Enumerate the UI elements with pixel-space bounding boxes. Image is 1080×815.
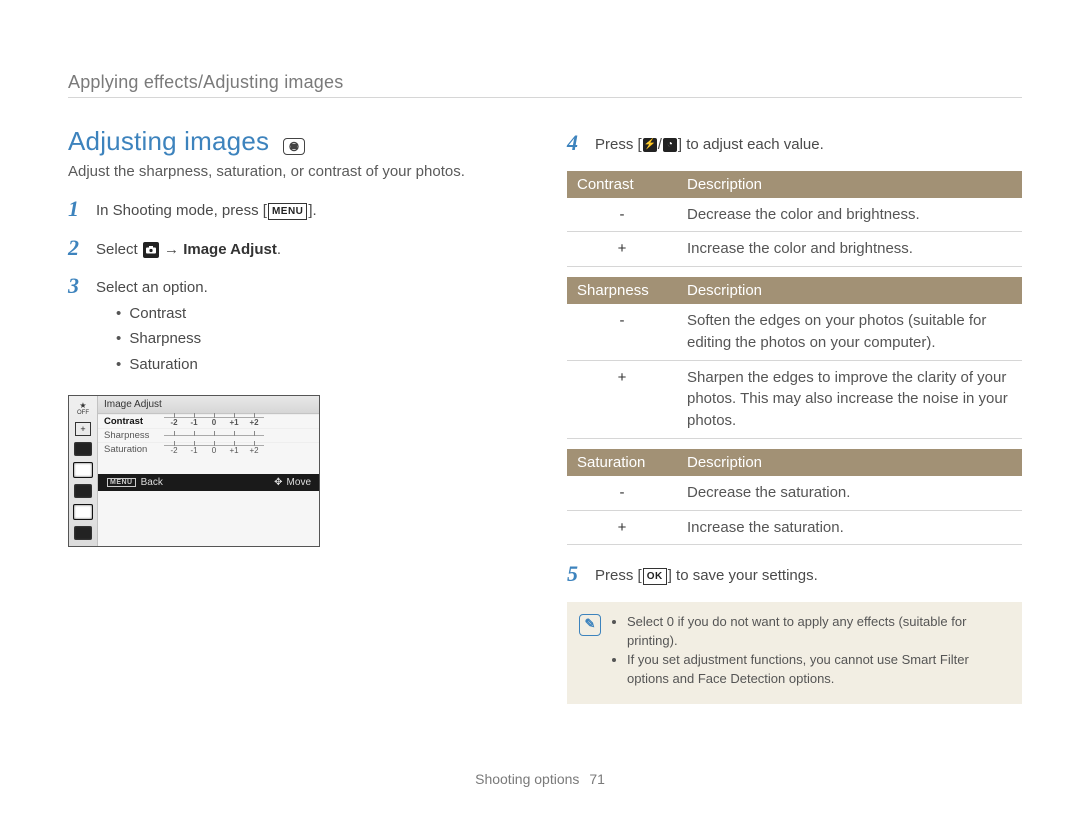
table-row: +Sharpen the edges to improve the clarit…: [567, 360, 1022, 438]
step-3-text: Select an option.: [96, 279, 208, 296]
step-1-text-post: ].: [308, 202, 316, 219]
step-2-bold: Image Adjust: [183, 241, 277, 258]
th-saturation: Saturation: [567, 449, 677, 476]
lcd-sidebar-icon: [74, 442, 92, 456]
step-3-bullets: Contrast Sharpness Saturation: [116, 303, 523, 377]
sym-cell: +: [567, 510, 677, 545]
step-3: 3 Select an option. Contrast Sharpness S…: [68, 275, 523, 379]
desc-cell: Increase the saturation.: [677, 510, 1022, 545]
camera-icon: [143, 242, 159, 258]
step-4-slash: /: [658, 136, 662, 153]
desc-cell: Increase the color and brightness.: [677, 232, 1022, 267]
table-row: -Decrease the saturation.: [567, 476, 1022, 510]
lcd-row-saturation: Saturation -2 -1 0 +1 +2: [98, 442, 319, 456]
left-column: Adjusting images Adjust the sharpness, s…: [68, 126, 523, 704]
step-2: 2 Select → Image Adjust.: [68, 237, 523, 262]
lcd-row-contrast: Contrast -2 -1 0 +1 +2: [98, 414, 319, 428]
lcd-scale: [164, 435, 264, 436]
lcd-sidebar: ★OFF +: [69, 396, 98, 546]
step-5: 5 Press [OK] to save your settings.: [567, 563, 1022, 588]
step-2-arrow: →: [160, 241, 183, 258]
note-icon: ✎: [579, 614, 601, 636]
lcd-sidebar-icon: [73, 462, 93, 478]
desc-cell: Soften the edges on your photos (suitabl…: [677, 304, 1022, 360]
th-description: Description: [677, 277, 1022, 304]
step-4: 4 Press [⚡/◔] to adjust each value.: [567, 132, 1022, 157]
step-4-text-pre: Press [: [595, 136, 642, 153]
lcd-sidebar-icon: [74, 526, 92, 540]
desc-cell: Decrease the saturation.: [677, 476, 1022, 510]
table-row: +Increase the saturation.: [567, 510, 1022, 545]
saturation-table: SaturationDescription -Decrease the satu…: [567, 449, 1022, 546]
mode-p-icon: [283, 138, 305, 155]
contrast-table: ContrastDescription -Decrease the color …: [567, 171, 1022, 268]
sharpness-table: SharpnessDescription -Soften the edges o…: [567, 277, 1022, 439]
sym-cell: -: [567, 198, 677, 232]
lcd-header: Image Adjust: [98, 396, 319, 414]
th-sharpness: Sharpness: [567, 277, 677, 304]
th-contrast: Contrast: [567, 171, 677, 198]
flash-icon: ⚡: [643, 138, 657, 152]
bullet-contrast: Contrast: [116, 303, 523, 326]
table-row: -Decrease the color and brightness.: [567, 198, 1022, 232]
right-column: 4 Press [⚡/◔] to adjust each value. Cont…: [567, 126, 1022, 704]
desc-cell: Sharpen the edges to improve the clarity…: [677, 360, 1022, 438]
lcd-footer-back-label: Back: [141, 477, 163, 488]
page-title: Adjusting images: [68, 126, 269, 157]
step-number: 3: [68, 275, 86, 297]
lcd-footer-move-label: Move: [287, 477, 311, 488]
breadcrumb: Applying effects/Adjusting images: [68, 72, 1022, 93]
note-item: Select 0 if you do not want to apply any…: [627, 613, 1008, 651]
lcd-sidebar-plus-icon: +: [75, 422, 91, 436]
step-1: 1 In Shooting mode, press [MENU].: [68, 198, 523, 223]
footer-section: Shooting options: [475, 771, 579, 787]
step-4-text-post: ] to adjust each value.: [678, 136, 824, 153]
sym-cell: +: [567, 232, 677, 267]
timer-icon: ◔: [663, 138, 677, 152]
table-row: +Increase the color and brightness.: [567, 232, 1022, 267]
page-footer: Shooting options 71: [0, 771, 1080, 787]
step-number: 2: [68, 237, 86, 259]
step-number: 1: [68, 198, 86, 220]
step-number: 5: [567, 563, 585, 585]
lcd-scale: -2 -1 0 +1 +2: [164, 417, 264, 427]
lcd-screenshot: ★OFF + Image Adjust Contrast -2: [68, 395, 320, 547]
desc-cell: Decrease the color and brightness.: [677, 198, 1022, 232]
lcd-scale: -2 -1 0 +1 +2: [164, 445, 264, 455]
lcd-sidebar-icon: [74, 484, 92, 498]
menu-button-icon: MENU: [268, 203, 307, 220]
sym-cell: +: [567, 360, 677, 438]
lcd-sidebar-off-icon: ★OFF: [77, 402, 89, 416]
note-item: If you set adjustment functions, you can…: [627, 651, 1008, 689]
note-box: ✎ Select 0 if you do not want to apply a…: [567, 602, 1022, 704]
lcd-sidebar-icon: [73, 504, 93, 520]
bullet-sharpness: Sharpness: [116, 328, 523, 351]
bullet-saturation: Saturation: [116, 354, 523, 377]
lcd-row-sharpness: Sharpness: [98, 428, 319, 442]
sym-cell: -: [567, 476, 677, 510]
lcd-row-label: Contrast: [104, 416, 158, 427]
lcd-row-label: Saturation: [104, 444, 158, 455]
lcd-footer-menu-icon: MENU: [107, 478, 136, 487]
step-2-text-post: .: [277, 241, 281, 258]
divider: [68, 97, 1022, 98]
th-description: Description: [677, 449, 1022, 476]
lcd-row-label: Sharpness: [104, 430, 158, 441]
lcd-footer: MENU Back ✥ Move: [98, 474, 319, 491]
table-row: -Soften the edges on your photos (suitab…: [567, 304, 1022, 360]
step-5-text-post: ] to save your settings.: [668, 567, 818, 584]
ok-button-icon: OK: [643, 568, 667, 585]
sym-cell: -: [567, 304, 677, 360]
step-number: 4: [567, 132, 585, 154]
lcd-footer-move-icon: ✥: [274, 477, 282, 488]
th-description: Description: [677, 171, 1022, 198]
step-1-text-pre: In Shooting mode, press [: [96, 202, 267, 219]
step-2-text-pre: Select: [96, 241, 142, 258]
footer-page-number: 71: [589, 771, 605, 787]
note-list: Select 0 if you do not want to apply any…: [613, 612, 1008, 690]
step-5-text-pre: Press [: [595, 567, 642, 584]
page-subtitle: Adjust the sharpness, saturation, or con…: [68, 163, 523, 180]
